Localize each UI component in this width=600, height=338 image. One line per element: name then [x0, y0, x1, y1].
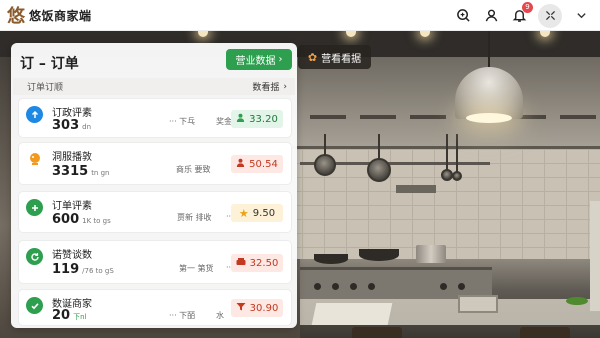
tray-icon — [236, 257, 246, 269]
chef-hat-icon — [26, 150, 43, 167]
metric-value: 119/76 to gS — [52, 262, 114, 277]
metric-card[interactable]: 洞服播敦 3315 tn gn 商乐 要致 50.54 — [18, 142, 292, 185]
overview-button-label: 营看看据 — [321, 53, 362, 65]
metric-note-right: 贾新 排收 — [177, 213, 212, 222]
metric-pill: ★ 9.50 — [231, 204, 283, 222]
user-icon — [236, 113, 245, 125]
overview-button[interactable]: ✿ 营看看据 — [298, 45, 371, 69]
metric-note: ··· 下乓 — [169, 117, 196, 126]
notification-badge: 9 — [522, 1, 533, 13]
metric-card[interactable]: 订政评素 303 dn ··· 下乓 奖金 33.20 — [18, 98, 292, 138]
plus-icon — [26, 199, 43, 216]
refresh-icon — [26, 248, 43, 265]
star-icon: ★ — [238, 206, 249, 220]
metric-card[interactable]: 诺赞谈数 119/76 to gS 第一 第货 ··· 32.50 — [18, 240, 292, 284]
metric-value: 303 dn — [52, 118, 92, 133]
panel-title: 订 – 订单 — [20, 56, 79, 72]
metric-unit: tn gn — [91, 169, 110, 177]
top-bar: 悠 悠饭商家端 9 — [0, 0, 600, 31]
business-data-button[interactable]: 营业数据 › — [226, 49, 292, 70]
scan-icon[interactable] — [454, 7, 472, 25]
metric-unit: /76 to gS — [82, 267, 114, 275]
metric-title: 诺赞谈数 — [52, 250, 92, 261]
metric-value: 600 1K to gs — [52, 212, 111, 227]
metric-title: 洞服播敦 — [52, 152, 92, 163]
orders-panel: 订 – 订单 营业数据 › 订单订顺 数看揺 › 订政评素 303 dn ··· … — [11, 43, 297, 328]
view-more-label: 数看揺 — [252, 83, 280, 93]
user-icon — [236, 158, 245, 170]
chevron-right-icon: › — [283, 81, 287, 92]
metric-value: 20 下nl — [52, 308, 87, 323]
app-logo: 悠 — [7, 6, 25, 27]
funnel-icon — [236, 302, 246, 314]
check-icon — [26, 297, 43, 314]
metric-note-right: 第一 第货 — [179, 264, 214, 273]
metric-pill: 33.20 — [231, 110, 283, 128]
metric-title: 订政评素 — [52, 108, 92, 119]
metric-note-right: 水 — [216, 311, 224, 320]
metric-value: 3315 tn gn — [52, 164, 110, 179]
metric-card[interactable]: 订单评素 600 1K to gs 贾新 排收 ··· ★ 9.50 — [18, 191, 292, 233]
orders-subheader: 订单订顺 数看揺 › — [13, 78, 295, 95]
metric-unit: dn — [82, 123, 92, 131]
subheader-label: 订单订顺 — [27, 83, 64, 93]
view-more-link[interactable]: 数看揺 › — [252, 80, 287, 94]
metric-card[interactable]: 数诞商家 20 下nl ··· 下皕 水 30.90 — [18, 289, 292, 326]
chef-icon: ✿ — [307, 50, 318, 64]
metric-note: ··· 下皕 — [169, 311, 196, 320]
metric-unit: 下nl — [73, 313, 87, 321]
arrow-up-icon — [26, 106, 43, 123]
metric-title: 订单评素 — [52, 201, 92, 212]
bell-icon[interactable]: 9 — [510, 1, 533, 25]
chevron-down-icon[interactable] — [572, 7, 590, 25]
business-data-label: 营业数据 — [235, 56, 276, 67]
metric-pill: 32.50 — [231, 254, 283, 272]
metric-note-right: 奖金 — [216, 117, 232, 126]
chevron-right-icon: › — [278, 54, 283, 65]
metric-pill: 30.90 — [231, 299, 283, 317]
metric-unit: 1K to gs — [82, 217, 111, 225]
user-icon[interactable] — [482, 7, 500, 25]
metric-pill: 50.54 — [231, 155, 283, 173]
app-title: 悠饭商家端 — [29, 8, 92, 23]
settings-icon[interactable] — [538, 3, 562, 28]
metric-note-right: 商乐 要致 — [176, 165, 211, 174]
